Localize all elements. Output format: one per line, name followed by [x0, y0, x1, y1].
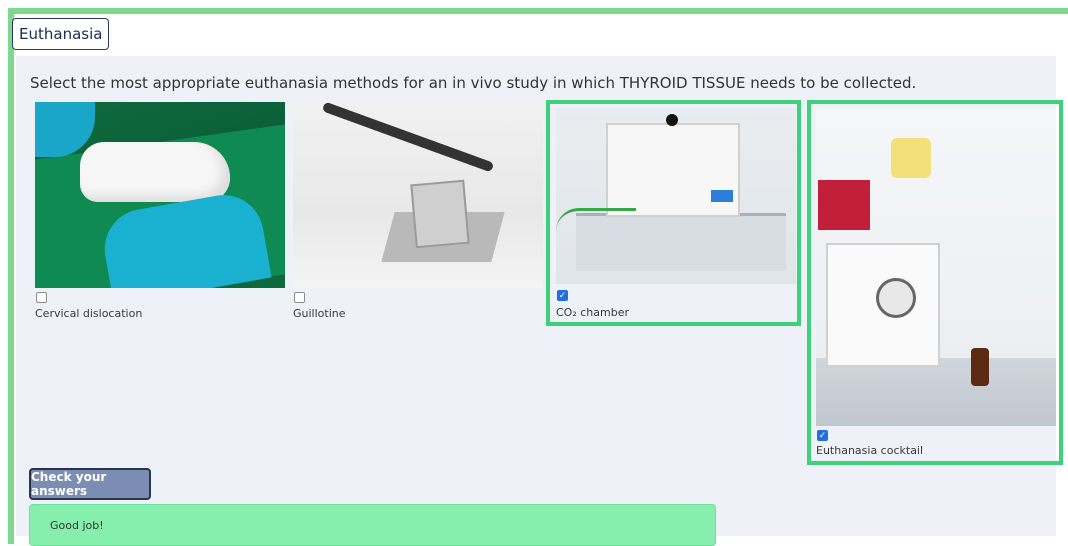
- photo-steel-counter: [816, 358, 1056, 426]
- option-guillotine[interactable]: Guillotine: [293, 102, 543, 322]
- co2-chamber-checkbox[interactable]: ✓: [557, 290, 568, 301]
- cervical-dislocation-checkbox[interactable]: [36, 292, 47, 303]
- guillotine-label: Guillotine: [293, 307, 346, 320]
- guillotine-photo: [293, 102, 543, 288]
- quiz-panel: Select the most appropriate euthanasia m…: [16, 56, 1063, 546]
- feedback-box: Good job!: [29, 504, 716, 546]
- photo-handle: [321, 102, 495, 173]
- photo-knob: [666, 114, 678, 126]
- section-tab[interactable]: Euthanasia: [12, 18, 110, 50]
- cervical-dislocation-label: Cervical dislocation: [35, 307, 143, 320]
- photo-sticker: [711, 190, 733, 202]
- photo-chamber-box: [606, 123, 740, 217]
- photo-rat: [80, 142, 230, 202]
- euthanasia-cocktail-checkbox[interactable]: ✓: [817, 430, 828, 441]
- photo-hose: [556, 208, 636, 231]
- photo-blade: [410, 179, 470, 249]
- photo-bottle: [971, 348, 989, 386]
- check-answers-button[interactable]: Check your answers: [29, 468, 151, 500]
- guillotine-checkbox[interactable]: [294, 292, 305, 303]
- question-text: Select the most appropriate euthanasia m…: [30, 74, 917, 92]
- option-co2-chamber[interactable]: ✓ CO₂ chamber: [556, 108, 796, 320]
- option-cervical-dislocation[interactable]: Cervical dislocation: [35, 102, 285, 322]
- euthanasia-cocktail-photo: [816, 108, 1056, 426]
- euthanasia-cocktail-label: Euthanasia cocktail: [816, 444, 924, 457]
- photo-yellow-container: [891, 138, 931, 178]
- co2-chamber-photo: [556, 108, 796, 284]
- photo-gauge: [876, 278, 916, 318]
- feedback-text: Good job!: [50, 519, 104, 532]
- photo-red-sign: [818, 180, 870, 230]
- co2-chamber-label: CO₂ chamber: [556, 306, 629, 319]
- option-euthanasia-cocktail[interactable]: ✓ Euthanasia cocktail: [816, 108, 1056, 460]
- cervical-dislocation-photo: [35, 102, 285, 288]
